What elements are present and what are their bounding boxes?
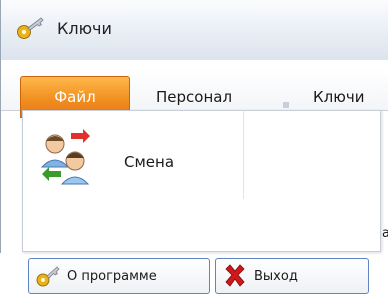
window-title: Ключи xyxy=(57,19,112,38)
menu-item-label: Смена xyxy=(124,153,175,171)
ribbon: Файл Персонал Ключи Смена О программе Вы… xyxy=(1,60,388,294)
close-icon xyxy=(225,264,245,287)
tab-personnel[interactable]: Персонал xyxy=(156,88,232,106)
app-window: Ключи Файл Персонал Ключи Смена О програ… xyxy=(0,0,388,294)
menu-divider xyxy=(243,111,244,199)
ribbon-tab-bar: Файл Персонал Ключи xyxy=(1,68,388,118)
file-menu: Смена О программе Выход xyxy=(22,110,381,294)
partial-text: а xyxy=(382,226,388,241)
tab-keys[interactable]: Ключи xyxy=(313,88,364,106)
tab-separator xyxy=(283,102,289,108)
key-icon xyxy=(36,266,60,287)
menu-footer: О программе Выход xyxy=(23,251,380,301)
about-button[interactable]: О программе xyxy=(28,258,210,294)
menu-item-shift[interactable]: Смена xyxy=(29,117,239,199)
title-bar[interactable]: Ключи xyxy=(1,0,388,61)
about-button-label: О программе xyxy=(67,268,157,284)
swap-users-icon xyxy=(40,129,90,185)
exit-button-label: Выход xyxy=(254,268,298,284)
exit-button[interactable]: Выход xyxy=(215,258,369,294)
key-icon xyxy=(17,17,44,39)
